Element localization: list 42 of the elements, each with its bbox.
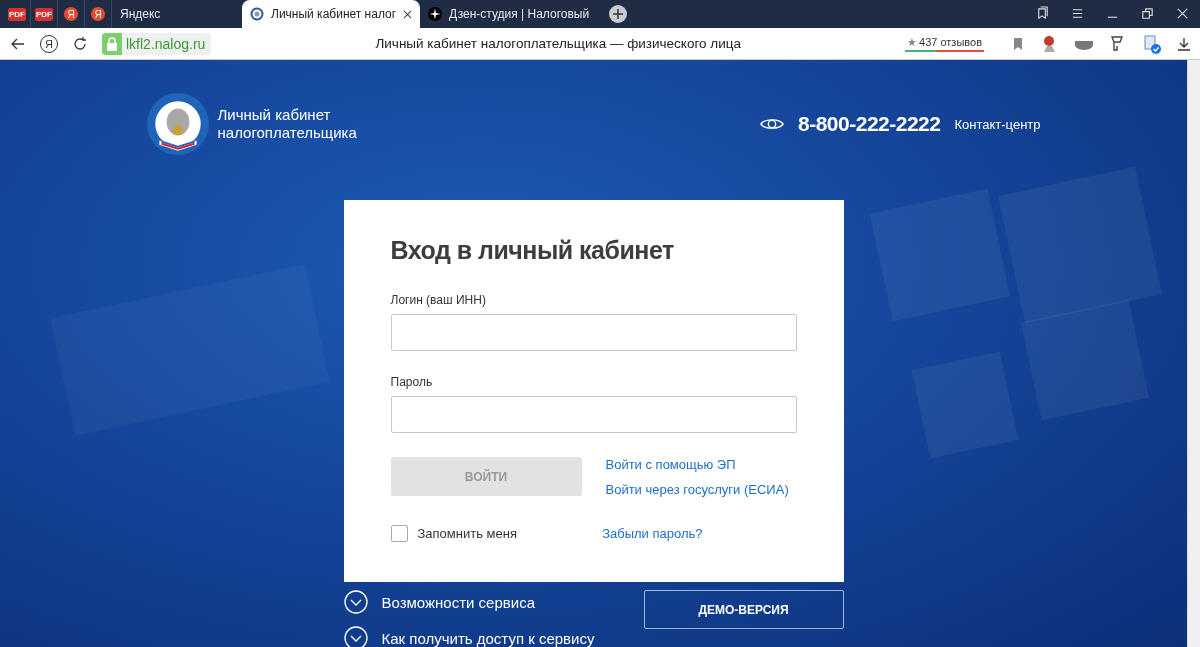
phone-number[interactable]: 8-800-222-2222 <box>798 112 941 136</box>
input-field[interactable] <box>390 396 797 433</box>
menu-icon[interactable] <box>1070 6 1085 21</box>
new-tab-icon[interactable] <box>609 5 628 23</box>
field-label: Пароль <box>390 375 434 389</box>
lock-icon <box>102 32 122 55</box>
browser-tab[interactable]: Яндекс <box>112 0 242 28</box>
logo-text[interactable]: Личный кабинет налогоплательщика <box>217 106 358 142</box>
reload-icon[interactable] <box>72 35 88 52</box>
remember-checkbox[interactable] <box>390 525 408 542</box>
login-link[interactable]: Войти через госуслуги (ЕСИА) <box>605 482 789 497</box>
emblem-logo[interactable] <box>146 93 209 155</box>
close-icon[interactable] <box>403 9 413 19</box>
star-icon <box>428 7 443 21</box>
page-title: Личный кабинет налогоплательщика — физического лица <box>375 36 741 51</box>
chevron-icon[interactable] <box>343 590 368 614</box>
emblem-icon <box>250 7 264 21</box>
collections-icon[interactable] <box>1035 6 1050 21</box>
eye-icon[interactable] <box>760 116 784 132</box>
forgot-password-link[interactable]: Забыли пароль? <box>602 526 703 541</box>
download-icon[interactable] <box>1176 35 1192 52</box>
contact-center-label: Контакт-центр <box>954 116 1041 132</box>
chevron-icon[interactable] <box>343 626 368 647</box>
remember-label[interactable]: Запомнить меня <box>417 526 517 541</box>
restore-icon[interactable] <box>1140 6 1155 21</box>
close-icon[interactable] <box>1175 6 1190 21</box>
yandex-tab[interactable]: Я <box>64 7 78 21</box>
browser-tab[interactable]: Дзен-студия | Налоговый <box>420 0 598 28</box>
login-link[interactable]: Войти с помощью ЭП <box>605 457 789 472</box>
section-toggle[interactable]: Возможности сервиса <box>381 593 535 611</box>
scrollbar[interactable] <box>1187 60 1200 647</box>
section-toggle[interactable]: Как получить доступ к сервису <box>381 629 595 647</box>
pdf-tab[interactable]: PDF <box>35 7 53 21</box>
login-title: Вход в личный кабинет <box>390 236 675 265</box>
demo-button[interactable]: ДЕМО-ВЕРСИЯ <box>643 590 844 629</box>
field-label: Логин (ваш ИНН) <box>390 293 487 307</box>
input-field[interactable] <box>390 314 797 351</box>
browser-tab[interactable]: Личный кабинет налог <box>242 0 421 28</box>
pdf-tab[interactable]: PDF <box>8 7 26 21</box>
extension-icon[interactable] <box>1142 33 1162 54</box>
reviews-badge[interactable]: ★ 437 отзывов <box>905 35 984 52</box>
yandex-tab[interactable]: Я <box>91 7 105 21</box>
